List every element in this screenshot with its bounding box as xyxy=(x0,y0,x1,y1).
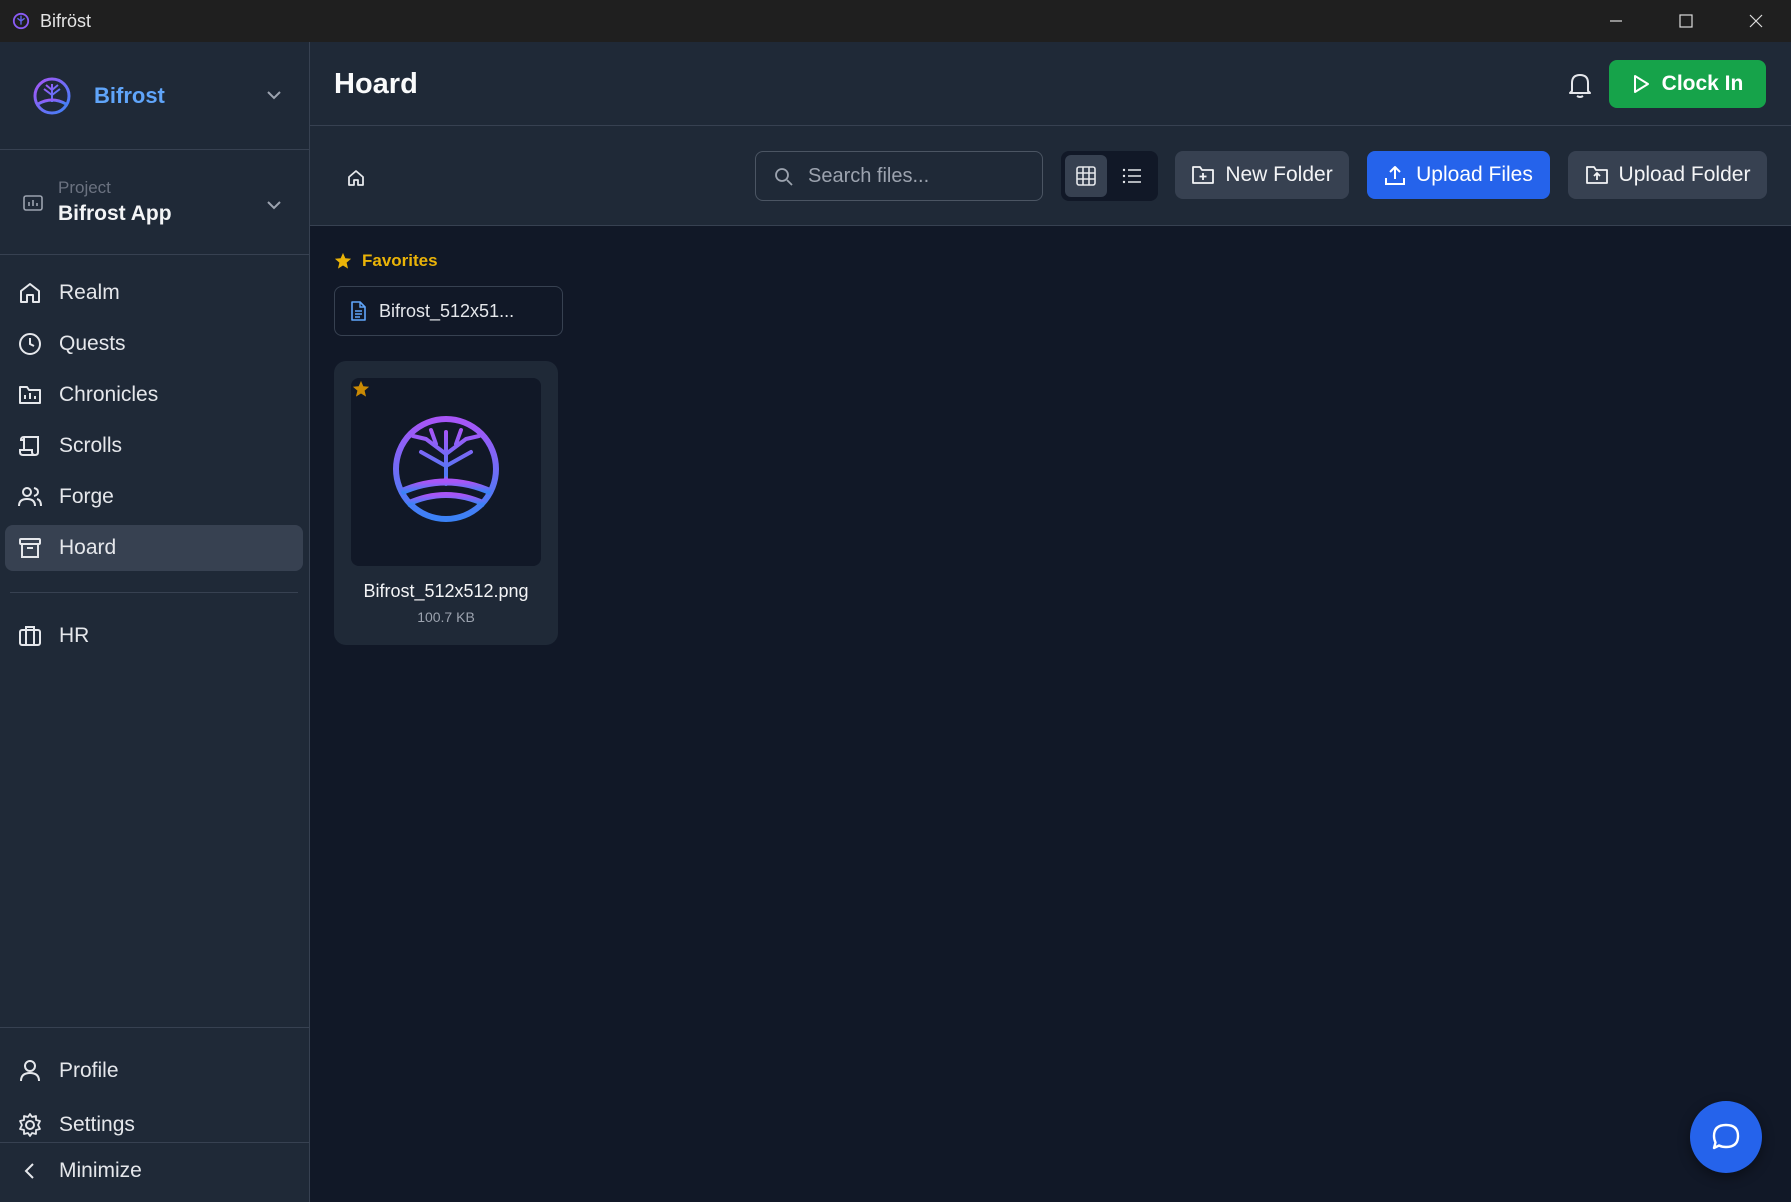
home-icon xyxy=(20,283,40,303)
project-icon xyxy=(23,195,43,211)
sidebar-item-scrolls[interactable]: Scrolls xyxy=(5,423,303,469)
close-icon xyxy=(1749,14,1763,28)
sidebar: Bifrost Project Bifrost App Realm Quests… xyxy=(0,42,310,1202)
sidebar-item-hr[interactable]: HR xyxy=(5,613,303,659)
upload-files-button[interactable]: Upload Files xyxy=(1367,151,1550,199)
bell-icon[interactable] xyxy=(1567,71,1593,99)
sidebar-item-realm[interactable]: Realm xyxy=(5,270,303,316)
sidebar-item-label: Realm xyxy=(59,281,120,304)
upload-icon xyxy=(1385,166,1406,185)
maximize-icon xyxy=(1679,14,1693,28)
scroll-icon xyxy=(19,435,39,456)
files-toolbar: New Folder Upload Files Upload Folder xyxy=(310,126,1791,226)
sidebar-item-label: Hoard xyxy=(59,536,117,559)
list-view-button[interactable] xyxy=(1111,155,1153,197)
play-icon xyxy=(1633,75,1649,93)
upload-folder-button[interactable]: Upload Folder xyxy=(1568,151,1767,199)
home-breadcrumb-icon[interactable] xyxy=(346,168,366,188)
file-name: Bifrost_512x512.png xyxy=(363,581,529,601)
page-title: Hoard xyxy=(334,68,418,100)
file-thumbnail xyxy=(351,378,541,566)
clock-icon xyxy=(19,333,41,355)
close-window-button[interactable] xyxy=(1721,0,1791,42)
sidebar-item-label: Profile xyxy=(59,1059,119,1082)
bifrost-image-icon xyxy=(393,416,499,522)
divider xyxy=(10,592,298,593)
sidebar-item-label: Minimize xyxy=(59,1159,142,1182)
clock-in-button[interactable]: Clock In xyxy=(1609,60,1766,108)
sidebar-item-chronicles[interactable]: Chronicles xyxy=(5,372,303,418)
file-icon xyxy=(351,301,366,321)
window-title: Bifröst xyxy=(40,10,92,31)
sidebar-nav: Realm Quests Chronicles Scrolls Forge Ho… xyxy=(5,270,303,576)
minimize-icon xyxy=(1610,20,1622,22)
upload-files-label: Upload Files xyxy=(1416,163,1533,186)
star-icon xyxy=(334,252,352,269)
project-selector[interactable]: Project Bifrost App xyxy=(0,150,309,255)
chat-bubble-icon xyxy=(1712,1123,1740,1150)
favorite-item-label: Bifrost_512x51... xyxy=(379,300,515,321)
project-label: Project xyxy=(58,178,111,197)
briefcase-icon xyxy=(19,626,41,646)
upload-folder-label: Upload Folder xyxy=(1618,163,1751,186)
favorite-star-icon[interactable] xyxy=(352,380,370,398)
new-folder-label: New Folder xyxy=(1225,163,1333,186)
chat-button[interactable] xyxy=(1690,1101,1762,1173)
grid-icon xyxy=(1076,166,1096,186)
user-icon xyxy=(20,1060,40,1082)
chevron-left-icon xyxy=(24,1163,34,1179)
clock-in-label: Clock In xyxy=(1661,72,1744,95)
search-box xyxy=(755,151,1043,201)
file-card[interactable]: Bifrost_512x512.png 100.7 KB xyxy=(334,361,558,645)
chevron-down-icon xyxy=(267,91,281,100)
users-icon xyxy=(18,487,42,507)
sidebar-item-label: Settings xyxy=(59,1113,135,1136)
sidebar-item-hoard[interactable]: Hoard xyxy=(5,525,303,571)
folder-upload-icon xyxy=(1585,166,1608,184)
sidebar-item-label: Forge xyxy=(59,485,114,508)
workspace-switcher[interactable]: Bifrost xyxy=(0,42,309,150)
maximize-window-button[interactable] xyxy=(1651,0,1721,42)
list-icon xyxy=(1122,168,1141,184)
favorites-heading: Favorites xyxy=(334,251,438,271)
sidebar-item-label: Quests xyxy=(59,332,126,355)
favorites-label: Favorites xyxy=(362,251,438,270)
sidebar-item-label: Scrolls xyxy=(59,434,123,457)
bifrost-logo-icon xyxy=(33,77,71,114)
archive-icon xyxy=(19,538,41,558)
search-icon xyxy=(775,168,793,186)
search-input[interactable] xyxy=(808,152,1034,200)
new-folder-button[interactable]: New Folder xyxy=(1175,151,1349,199)
project-name: Bifrost App xyxy=(58,202,172,225)
page-header: Hoard Clock In xyxy=(310,42,1791,126)
folder-plus-icon xyxy=(1192,166,1215,184)
app-logo-icon xyxy=(12,12,30,30)
view-toggle xyxy=(1061,151,1158,201)
sidebar-item-profile[interactable]: Profile xyxy=(5,1048,303,1094)
sidebar-item-forge[interactable]: Forge xyxy=(5,474,303,520)
minimize-sidebar-button[interactable]: Minimize xyxy=(5,1148,303,1194)
divider xyxy=(0,1142,309,1143)
sidebar-footer: Profile Settings Minimize xyxy=(0,1027,309,1202)
minimize-window-button[interactable] xyxy=(1581,0,1651,42)
chart-icon xyxy=(19,386,41,404)
gear-icon xyxy=(19,1113,41,1137)
sidebar-item-label: HR xyxy=(59,624,90,647)
grid-view-button[interactable] xyxy=(1065,155,1107,197)
sidebar-nav-secondary: HR xyxy=(5,613,303,664)
file-size: 100.7 KB xyxy=(417,609,475,625)
chevron-down-icon xyxy=(267,201,281,210)
favorite-item[interactable]: Bifrost_512x51... xyxy=(334,286,563,336)
title-bar: Bifröst xyxy=(0,0,1791,42)
sidebar-item-label: Chronicles xyxy=(59,383,159,406)
brand-name: Bifrost xyxy=(94,82,165,108)
sidebar-item-quests[interactable]: Quests xyxy=(5,321,303,367)
